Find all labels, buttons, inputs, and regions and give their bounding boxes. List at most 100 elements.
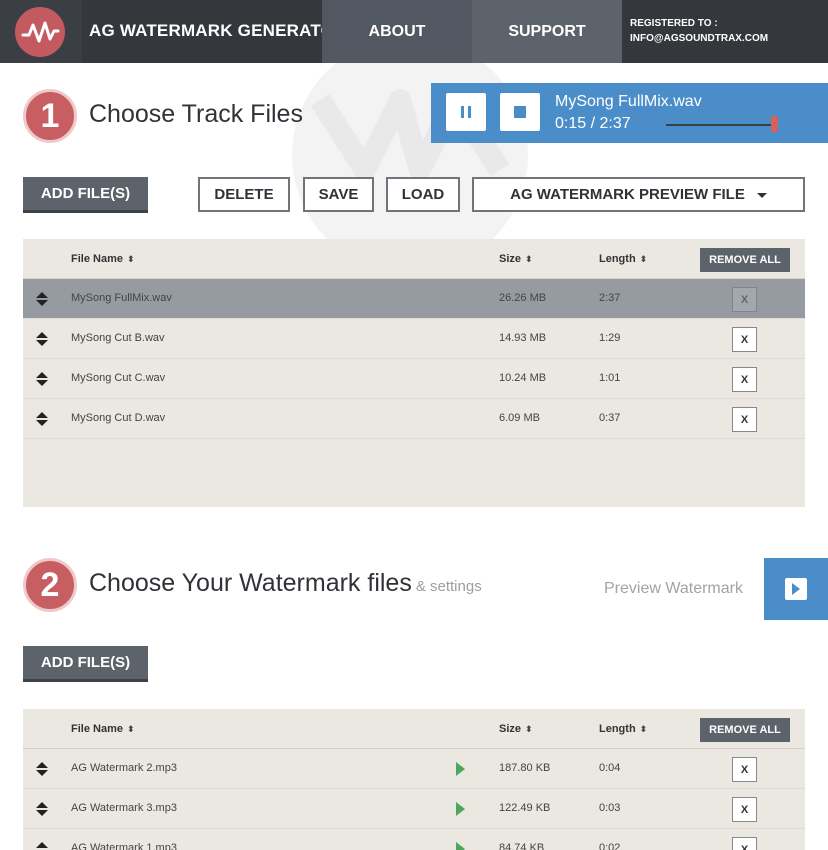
remove-row-button[interactable]: X (732, 327, 757, 352)
registration-email: INFO@AGSOUNDTRAX.COM (630, 33, 769, 44)
table-row[interactable]: AG Watermark 2.mp3 187.80 KB 0:04 X (23, 749, 805, 789)
app-window: AG WATERMARK GENERATOR ABOUT SUPPORT REG… (0, 0, 828, 850)
table-header: File Name ⬍ Size ⬍ Length ⬍ REMOVE ALL (23, 709, 805, 749)
table-row[interactable]: AG Watermark 3.mp3 122.49 KB 0:03 X (23, 789, 805, 829)
file-size: 10.24 MB (499, 372, 547, 384)
caret-down-icon (756, 193, 767, 198)
file-name: MySong FullMix.wav (71, 292, 172, 304)
drag-handle-icon[interactable] (35, 371, 49, 387)
pause-icon (461, 106, 471, 118)
remove-row-button[interactable]: X (732, 407, 757, 432)
stop-icon (514, 106, 526, 118)
column-file-name[interactable]: File Name ⬍ (71, 253, 135, 265)
column-size[interactable]: Size ⬍ (499, 723, 533, 735)
file-name: AG Watermark 2.mp3 (71, 762, 177, 774)
table-row[interactable]: MySong FullMix.wav 26.26 MB 2:37 X (23, 279, 805, 319)
file-name: MySong Cut C.wav (71, 372, 166, 384)
preview-file-dropdown[interactable]: AG WATERMARK PREVIEW FILE (472, 177, 805, 212)
step-2-subtitle: & settings (415, 578, 482, 595)
column-size-label: Size (499, 253, 522, 265)
file-name: AG Watermark 1.mp3 (71, 842, 177, 850)
file-size: 6.09 MB (499, 412, 540, 424)
remove-row-button[interactable]: X (732, 837, 757, 850)
column-size[interactable]: Size ⬍ (499, 253, 533, 265)
column-file-name-label: File Name (71, 253, 123, 265)
remove-all-tracks-button[interactable]: REMOVE ALL (700, 248, 790, 272)
remove-row-button[interactable]: X (732, 757, 757, 782)
file-size: 122.49 KB (499, 802, 551, 814)
drag-handle-icon[interactable] (35, 801, 49, 817)
sort-icon: ⬍ (639, 254, 648, 264)
nav-support[interactable]: SUPPORT (472, 0, 622, 63)
player-seek-handle[interactable] (770, 116, 778, 132)
file-name: MySong Cut D.wav (71, 412, 166, 424)
remove-row-button[interactable]: X (732, 367, 757, 392)
add-watermark-files-button[interactable]: ADD FILE(S) (23, 646, 148, 682)
player-track-name: MySong FullMix.wav (555, 93, 702, 110)
track-files-table: File Name ⬍ Size ⬍ Length ⬍ REMOVE ALL MySo… (23, 239, 805, 507)
table-row[interactable]: AG Watermark 1.mp3 84.74 KB 0:02 X (23, 829, 805, 850)
file-size: 14.93 MB (499, 332, 547, 344)
drag-handle-icon[interactable] (35, 761, 49, 777)
sort-icon: ⬍ (126, 254, 135, 264)
play-icon[interactable] (456, 842, 465, 850)
file-size: 26.26 MB (499, 292, 547, 304)
sort-icon: ⬍ (126, 724, 135, 734)
drag-handle-icon[interactable] (35, 291, 49, 307)
top-bar: AG WATERMARK GENERATOR ABOUT SUPPORT REG… (0, 0, 828, 63)
column-length-label: Length (599, 253, 636, 265)
table-header: File Name ⬍ Size ⬍ Length ⬍ REMOVE ALL (23, 239, 805, 279)
waveform-logo-icon (15, 7, 65, 57)
table-row[interactable]: MySong Cut B.wav 14.93 MB 1:29 X (23, 319, 805, 359)
pause-button[interactable] (446, 93, 486, 131)
file-length: 0:37 (599, 412, 621, 424)
brand-title[interactable]: AG WATERMARK GENERATOR (89, 21, 347, 41)
sort-icon: ⬍ (525, 724, 533, 734)
save-button[interactable]: SAVE (303, 177, 374, 212)
file-size: 187.80 KB (499, 762, 551, 774)
play-icon[interactable] (456, 762, 465, 776)
remove-row-button[interactable]: X (732, 287, 757, 312)
file-length: 0:04 (599, 762, 621, 774)
file-name: MySong Cut B.wav (71, 332, 165, 344)
file-length: 1:01 (599, 372, 621, 384)
table-row[interactable]: MySong Cut D.wav 6.09 MB 0:37 X (23, 399, 805, 439)
drag-handle-icon[interactable] (35, 841, 49, 850)
file-length: 0:02 (599, 842, 621, 850)
registration-info: REGISTERED TO : INFO@AGSOUNDTRAX.COM (622, 0, 828, 63)
step-2-badge: 2 (23, 558, 77, 612)
registration-label: REGISTERED TO : (630, 18, 718, 29)
player-seek-bar[interactable] (666, 124, 774, 126)
watermark-files-table: File Name ⬍ Size ⬍ Length ⬍ REMOVE ALL AG W… (23, 709, 805, 850)
sort-icon: ⬍ (525, 254, 533, 264)
logo[interactable] (0, 0, 82, 63)
table-row[interactable]: MySong Cut C.wav 10.24 MB 1:01 X (23, 359, 805, 399)
stop-button[interactable] (500, 93, 540, 131)
drag-handle-icon[interactable] (35, 331, 49, 347)
remove-row-button[interactable]: X (732, 797, 757, 822)
column-file-name-label: File Name (71, 723, 123, 735)
step-1-badge: 1 (23, 89, 77, 143)
load-button[interactable]: LOAD (386, 177, 460, 212)
column-length[interactable]: Length ⬍ (599, 723, 647, 735)
play-icon[interactable] (456, 802, 465, 816)
file-length: 2:37 (599, 292, 621, 304)
column-length-label: Length (599, 723, 636, 735)
audio-player: MySong FullMix.wav 0:15 / 2:37 (431, 83, 828, 143)
add-track-files-button[interactable]: ADD FILE(S) (23, 177, 148, 213)
column-length[interactable]: Length ⬍ (599, 253, 647, 265)
step-2-title: Choose Your Watermark files (89, 569, 412, 597)
column-file-name[interactable]: File Name ⬍ (71, 723, 135, 735)
preview-file-label: AG WATERMARK PREVIEW FILE (510, 186, 745, 203)
delete-button[interactable]: DELETE (198, 177, 290, 212)
remove-all-watermarks-button[interactable]: REMOVE ALL (700, 718, 790, 742)
preview-watermark-button[interactable] (764, 558, 828, 620)
preview-watermark-label: Preview Watermark (604, 580, 743, 597)
file-name: AG Watermark 3.mp3 (71, 802, 177, 814)
nav-about[interactable]: ABOUT (322, 0, 472, 63)
drag-handle-icon[interactable] (35, 411, 49, 427)
file-length: 1:29 (599, 332, 621, 344)
file-length: 0:03 (599, 802, 621, 814)
file-size: 84.74 KB (499, 842, 545, 850)
step-2-title-block: Choose Your Watermark files & settings (89, 569, 482, 598)
